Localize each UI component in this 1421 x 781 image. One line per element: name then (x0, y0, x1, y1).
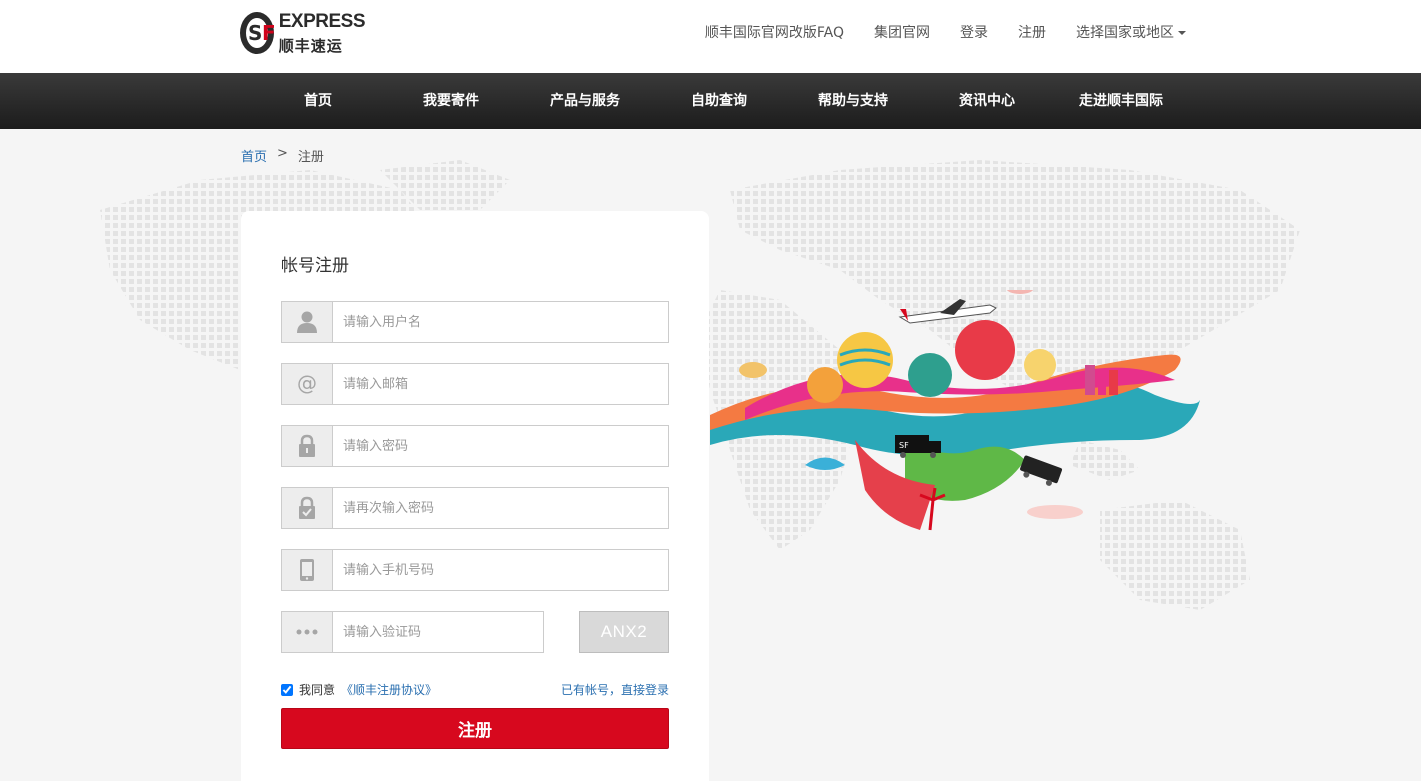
breadcrumb-separator: > (277, 146, 288, 161)
top-header: SF EXPRESS 顺丰速运 顺丰国际官网改版FAQ 集团官网 登录 注册 选… (0, 0, 1421, 73)
logo-text-en: EXPRESS (278, 10, 366, 32)
confirm-password-field (281, 487, 669, 529)
phone-field (281, 549, 669, 591)
sf-express-logo[interactable]: SF EXPRESS 顺丰速运 (240, 10, 366, 56)
email-input[interactable] (333, 364, 668, 404)
captcha-image[interactable]: ANX2 (579, 611, 669, 653)
confirm-password-input[interactable] (333, 488, 668, 528)
breadcrumb: 首页 > 注册 (241, 146, 324, 165)
main-nav: 首页 我要寄件 产品与服务 自助查询 帮助与支持 资讯中心 走进顺丰国际 (0, 73, 1421, 129)
username-field (281, 301, 669, 343)
nav-help[interactable]: 帮助与支持 (818, 73, 888, 129)
top-links: 顺丰国际官网改版FAQ 集团官网 登录 注册 选择国家或地区 (705, 22, 1186, 42)
svg-text:SF: SF (899, 441, 909, 450)
nav-send[interactable]: 我要寄件 (423, 73, 479, 129)
lock-icon (282, 426, 333, 466)
email-field: @ (281, 363, 669, 405)
existing-account-login-link[interactable]: 已有帐号，直接登录 (561, 681, 669, 698)
username-input[interactable] (333, 302, 668, 342)
travel-illustration: SF (710, 290, 1200, 531)
breadcrumb-home[interactable]: 首页 (241, 146, 267, 165)
register-submit-button[interactable]: 注册 (281, 708, 669, 749)
nav-self-service[interactable]: 自助查询 (691, 73, 747, 129)
faq-link[interactable]: 顺丰国际官网改版FAQ (705, 22, 844, 42)
nav-home[interactable]: 首页 (304, 73, 332, 129)
register-link[interactable]: 注册 (1018, 22, 1046, 42)
at-icon: @ (282, 364, 333, 404)
nav-about[interactable]: 走进顺丰国际 (1079, 73, 1163, 129)
form-title: 帐号注册 (281, 256, 349, 276)
sf-logo-mark: SF (240, 12, 276, 54)
captcha-field (281, 611, 544, 653)
delivery-van-icon (1020, 455, 1063, 486)
airplane-icon (898, 299, 997, 324)
phone-input[interactable] (333, 550, 668, 590)
nav-products[interactable]: 产品与服务 (550, 73, 620, 129)
captcha-input[interactable] (333, 612, 543, 652)
login-link[interactable]: 登录 (960, 22, 988, 42)
lock-check-icon (282, 488, 333, 528)
phone-icon (282, 550, 333, 590)
logo-text-cn: 顺丰速运 (278, 36, 343, 55)
register-card: 帐号注册 @ ANX2 (241, 211, 709, 781)
agreement-link[interactable]: 《顺丰注册协议》 (341, 681, 437, 698)
breadcrumb-current: 注册 (297, 150, 324, 165)
nav-news[interactable]: 资讯中心 (959, 73, 1015, 129)
caret-down-icon (1178, 31, 1186, 35)
agree-checkbox[interactable] (281, 683, 293, 696)
password-field (281, 425, 669, 467)
group-site-link[interactable]: 集团官网 (874, 22, 930, 42)
password-input[interactable] (333, 426, 668, 466)
dots-icon (282, 612, 333, 652)
user-icon (282, 302, 333, 342)
region-select[interactable]: 选择国家或地区 (1076, 22, 1186, 42)
agreement-row: 我同意 《顺丰注册协议》 (281, 681, 437, 698)
agree-label: 我同意 (299, 683, 336, 697)
svg-text:@: @ (297, 373, 317, 395)
